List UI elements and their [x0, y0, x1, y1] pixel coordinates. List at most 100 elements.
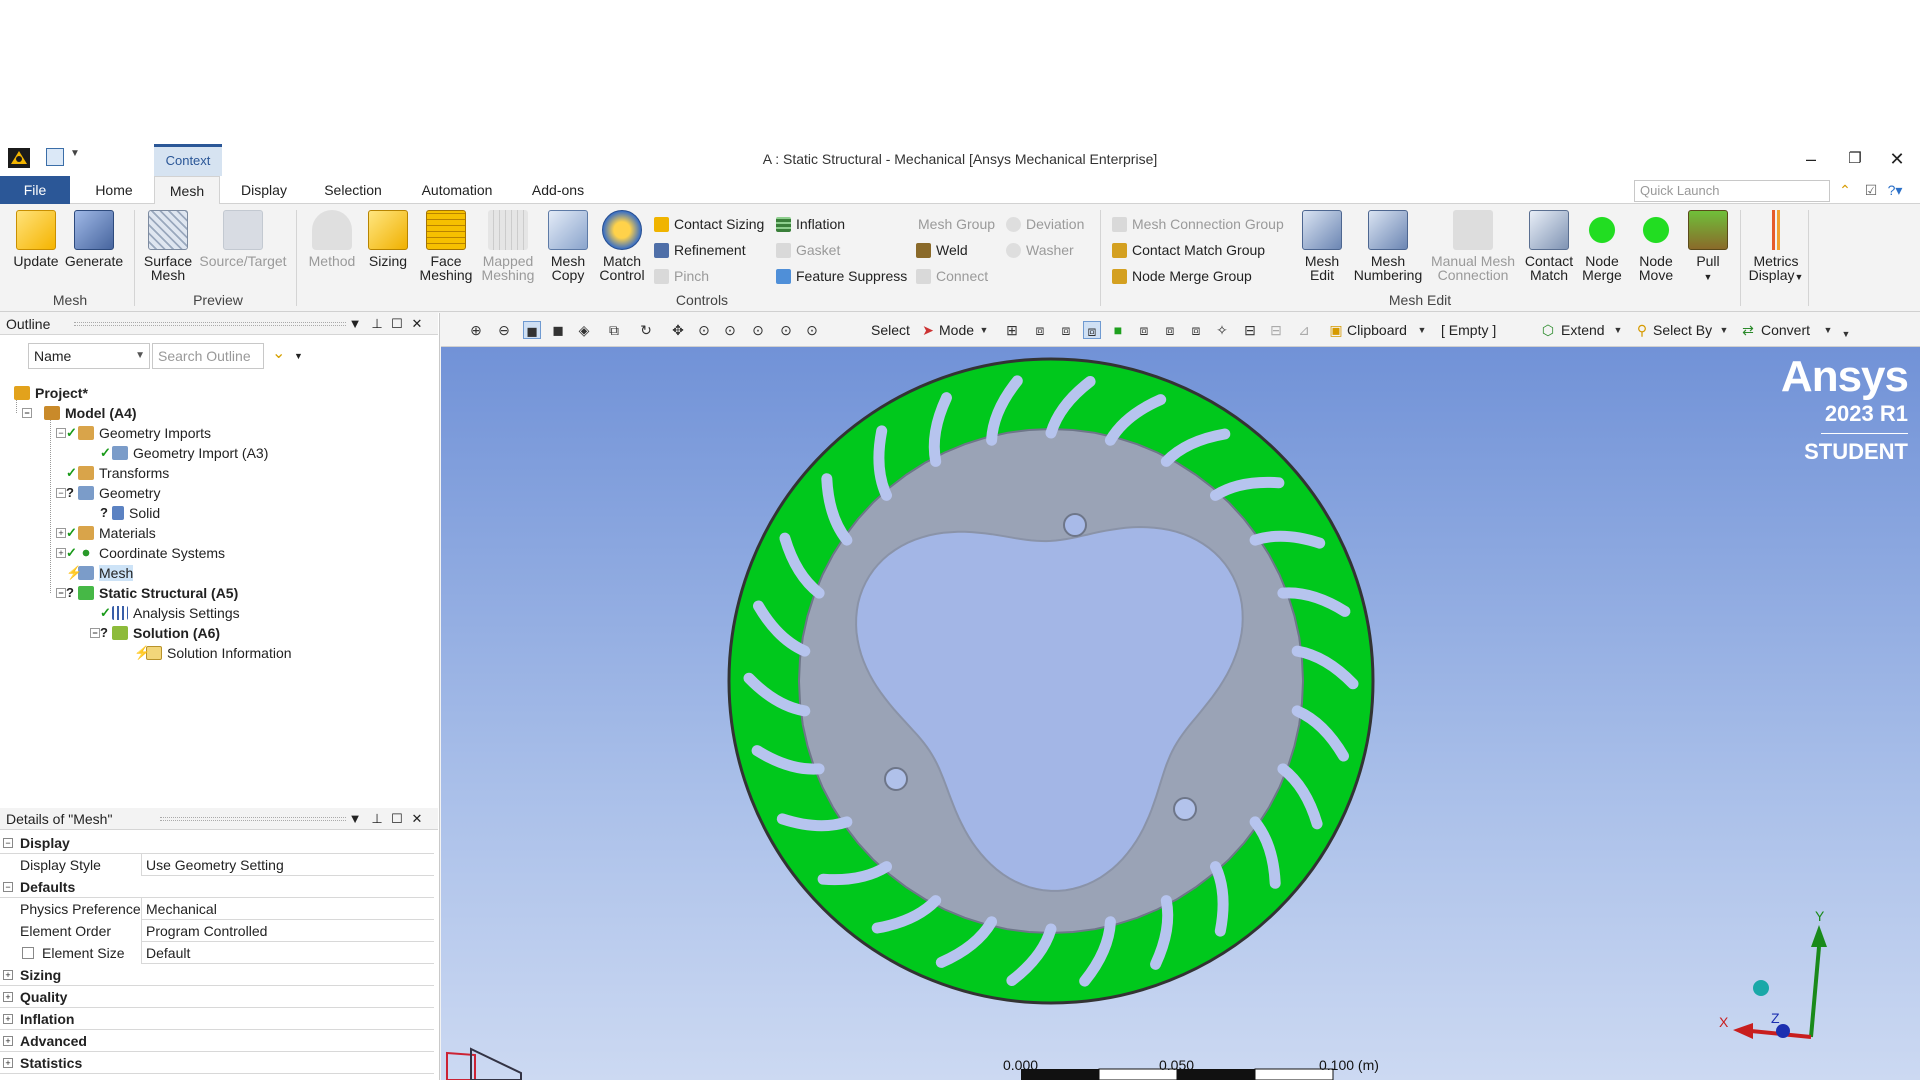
source-target-button[interactable]: Source/Target [198, 210, 288, 268]
details-group-statistics[interactable]: + Statistics [0, 1052, 434, 1074]
inflation-button[interactable]: Inflation [776, 214, 845, 234]
sizing-button[interactable]: Sizing [358, 210, 418, 268]
details-group-quality[interactable]: + Quality [0, 986, 434, 1008]
details-group-inflation[interactable]: + Inflation [0, 1008, 434, 1030]
mode-dropdown[interactable]: Mode [939, 321, 974, 339]
node-merge-group-button[interactable]: Node Merge Group [1112, 266, 1252, 286]
shaded-edges-icon[interactable]: ◼ [523, 321, 541, 339]
tree-item-materials[interactable]: + ✓ Materials [56, 523, 156, 543]
surface-mesh-button[interactable]: Surface Mesh [138, 210, 198, 282]
expand-icon[interactable]: + [3, 1014, 13, 1024]
convert-chevron-down-icon[interactable]: ▼ [1819, 321, 1837, 339]
details-group-sizing[interactable]: + Sizing [0, 964, 434, 986]
select-element-face-icon[interactable]: ⧈ [1135, 321, 1153, 339]
quick-launch-input[interactable]: Quick Launch [1634, 180, 1830, 202]
weld-button[interactable]: Weld [916, 240, 968, 260]
tab-add-ons[interactable]: Add-ons [520, 176, 596, 204]
tab-home[interactable]: Home [84, 176, 144, 204]
collapse-icon[interactable]: − [3, 882, 13, 892]
zoom-fit-icon[interactable]: ⊙ [749, 321, 767, 339]
tree-item-model[interactable]: − Model (A4) [22, 403, 137, 423]
magnifier-icon[interactable]: ⊙ [777, 321, 795, 339]
pan-icon[interactable]: ✥ [669, 321, 687, 339]
box-zoom-icon[interactable]: ⊙ [721, 321, 739, 339]
context-tab[interactable]: Context [154, 144, 222, 176]
element-size-checkbox[interactable] [22, 947, 34, 959]
tree-item-coordinate-systems[interactable]: + ✓ Coordinate Systems [56, 543, 225, 563]
close-icon[interactable]: ✕ [1880, 146, 1914, 172]
collapse-icon[interactable]: − [90, 628, 100, 638]
select-element-icon[interactable]: ⧈ [1161, 321, 1179, 339]
expand-icon[interactable]: + [56, 548, 66, 558]
mesh-copy-button[interactable]: Mesh Copy [538, 210, 598, 282]
collapse-icon[interactable]: − [3, 838, 13, 848]
maximize-icon[interactable]: ☐ [388, 808, 406, 830]
tree-item-project[interactable]: Project* [14, 383, 88, 403]
expand-icon[interactable]: + [3, 970, 13, 980]
select-mesh-icon[interactable]: ⧈ [1187, 321, 1205, 339]
select-body-icon[interactable]: ⧈ [1083, 321, 1101, 339]
tree-item-static-structural[interactable]: − ? Static Structural (A5) [56, 583, 238, 603]
select-button[interactable]: Select [871, 321, 910, 339]
measure-icon[interactable]: ⊿ [1295, 321, 1313, 339]
property-value[interactable]: Default [146, 942, 190, 964]
tree-item-mesh[interactable]: ⚡ Mesh [66, 563, 134, 583]
collapse-ribbon-icon[interactable]: ⌃ [1836, 181, 1854, 199]
clipboard-chevron-down-icon[interactable]: ▼ [1413, 321, 1431, 339]
close-panel-icon[interactable]: ✕ [408, 808, 426, 830]
panel-grip[interactable] [160, 817, 346, 821]
select-node-icon[interactable]: ■ [1109, 321, 1127, 339]
collapse-icon[interactable]: − [56, 588, 66, 598]
tab-selection[interactable]: Selection [314, 176, 392, 204]
match-control-button[interactable]: Match Control [592, 210, 652, 282]
shaded-icon[interactable]: ◼ [549, 321, 567, 339]
washer-button[interactable]: Washer [1006, 240, 1074, 260]
property-value[interactable]: Program Controlled [146, 920, 267, 942]
brake-disc-model[interactable] [727, 357, 1375, 1005]
tree-item-geometry-import[interactable]: ✓ Geometry Import (A3) [100, 443, 268, 463]
name-filter-select[interactable]: Name ▼ [28, 343, 150, 369]
clipboard-dropdown[interactable]: Clipboard [1347, 321, 1407, 339]
metrics-display-button[interactable]: Metrics Display▼ [1744, 210, 1808, 284]
help-icon[interactable]: ?▾ [1886, 181, 1904, 199]
select-face-icon[interactable]: ⧈ [1057, 321, 1075, 339]
mesh-numbering-button[interactable]: Mesh Numbering [1348, 210, 1428, 282]
mesh-group-button[interactable]: Mesh Group [896, 214, 995, 234]
tab-mesh[interactable]: Mesh [154, 176, 220, 205]
triad-iso-ball[interactable] [1753, 980, 1769, 996]
graphics-viewport[interactable]: X Y Z Ansys 2023 R1 STUDENT 0.000 0.050 … [441, 347, 1920, 1080]
tree-item-geometry-imports[interactable]: − ✓ Geometry Imports [56, 423, 211, 443]
contact-sizing-button[interactable]: Contact Sizing [654, 214, 764, 234]
select-by-dropdown[interactable]: Select By [1653, 321, 1712, 339]
node-merge-button[interactable]: Node Merge [1574, 210, 1630, 282]
mesh-edit-button[interactable]: Mesh Edit [1292, 210, 1352, 282]
collapse-icon[interactable]: − [56, 428, 66, 438]
pull-dropdown-icon[interactable]: ▼ [1704, 272, 1713, 282]
details-group-advanced[interactable]: + Advanced [0, 1030, 434, 1052]
gasket-button[interactable]: Gasket [776, 240, 840, 260]
zoom-icon[interactable]: ⊙ [695, 321, 713, 339]
manual-mesh-connection-button[interactable]: Manual Mesh Connection [1428, 210, 1518, 282]
property-value[interactable]: Mechanical [146, 898, 217, 920]
minimize-icon[interactable]: – [1794, 146, 1828, 172]
expand-icon[interactable]: + [3, 1036, 13, 1046]
zoom-previous-icon[interactable]: ⊙ [803, 321, 821, 339]
deviation-button[interactable]: Deviation [1006, 214, 1084, 234]
pinch-button[interactable]: Pinch [654, 266, 709, 286]
mapped-meshing-button[interactable]: Mapped Meshing [478, 210, 538, 282]
generate-button[interactable]: Generate [64, 210, 124, 268]
metrics-dropdown-icon[interactable]: ▼ [1794, 272, 1803, 282]
details-group-defaults[interactable]: − Defaults [0, 876, 434, 898]
convert-dropdown[interactable]: Convert [1761, 321, 1810, 339]
panel-menu-icon[interactable]: ▼ [346, 808, 364, 830]
details-row-element-order[interactable]: Element Order Program Controlled [0, 920, 434, 942]
tree-item-analysis-settings[interactable]: ✓ Analysis Settings [100, 603, 240, 623]
extend-dropdown[interactable]: Extend [1561, 321, 1605, 339]
pin-icon[interactable]: ⊥ [368, 313, 386, 335]
tab-display[interactable]: Display [232, 176, 296, 204]
restore-icon[interactable]: ❐ [1838, 146, 1872, 172]
close-panel-icon[interactable]: ✕ [408, 313, 426, 335]
zoom-in-icon[interactable]: ⊕ [467, 321, 485, 339]
expand-icon[interactable]: + [56, 528, 66, 538]
maximize-icon[interactable]: ☐ [388, 313, 406, 335]
